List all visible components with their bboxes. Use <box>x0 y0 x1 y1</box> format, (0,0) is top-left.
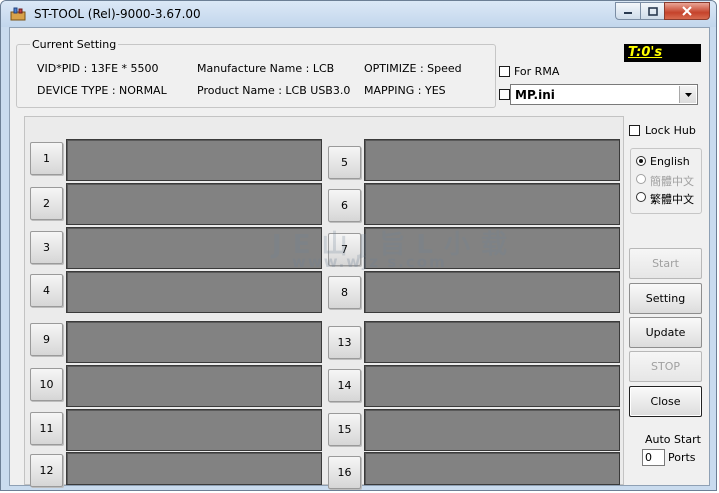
close-button[interactable]: Close <box>629 386 702 417</box>
port-button-4[interactable]: 4 <box>30 274 63 307</box>
start-button[interactable]: Start <box>629 248 702 279</box>
port-button-5[interactable]: 5 <box>328 146 361 179</box>
minimize-button[interactable] <box>615 2 641 20</box>
current-setting-label: Current Setting <box>30 38 119 51</box>
current-setting-group <box>16 44 496 108</box>
port-button-16[interactable]: 16 <box>328 456 361 489</box>
port-button-6[interactable]: 6 <box>328 189 361 222</box>
port-status-bar-2 <box>66 183 322 225</box>
minimize-icon <box>624 12 632 14</box>
close-window-button[interactable] <box>664 2 710 20</box>
watermark-url: www.wjz s.com <box>292 253 447 271</box>
port-button-13[interactable]: 13 <box>328 326 361 359</box>
ini-checkbox[interactable] <box>499 89 510 100</box>
update-button[interactable]: Update <box>629 317 702 348</box>
ini-select-value: MP.ini <box>515 88 555 102</box>
language-label-traditional: 繁體中文 <box>650 193 694 206</box>
auto-start-label: Auto Start <box>645 433 701 446</box>
port-status-bar-12 <box>66 452 322 485</box>
stop-button[interactable]: STOP <box>629 351 702 382</box>
window-title: ST-TOOL (Rel)-9000-3.67.00 <box>34 7 201 21</box>
port-button-1[interactable]: 1 <box>30 142 63 175</box>
maximize-icon <box>647 6 658 16</box>
port-status-bar-15 <box>364 409 620 451</box>
manufacture-name-text: Manufacture Name : LCB <box>197 62 335 75</box>
maximize-button[interactable] <box>640 2 665 20</box>
device-type-text: DEVICE TYPE : NORMAL <box>37 84 167 97</box>
for-rma-checkbox[interactable] <box>499 66 510 77</box>
timer-display: T:0's <box>624 44 701 62</box>
language-radio-simplified[interactable] <box>636 174 646 184</box>
setting-button[interactable]: Setting <box>629 283 702 314</box>
port-button-3[interactable]: 3 <box>30 231 63 264</box>
for-rma-label: For RMA <box>514 65 560 78</box>
port-status-bar-6 <box>364 183 620 225</box>
port-status-bar-16 <box>364 452 620 485</box>
title-bar[interactable]: ST-TOOL (Rel)-9000-3.67.00 <box>1 1 716 27</box>
port-button-2[interactable]: 2 <box>30 187 63 220</box>
app-icon <box>10 7 26 21</box>
chevron-down-icon[interactable] <box>679 86 696 103</box>
language-radio-traditional[interactable] <box>636 192 646 202</box>
port-status-bar-11 <box>66 409 322 451</box>
optimize-text: OPTIMIZE : Speed <box>364 62 462 75</box>
port-status-bar-5 <box>364 139 620 181</box>
port-button-15[interactable]: 15 <box>328 413 361 446</box>
port-button-12[interactable]: 12 <box>30 454 63 487</box>
port-status-bar-10 <box>66 365 322 407</box>
port-button-11[interactable]: 11 <box>30 412 63 445</box>
close-icon <box>682 6 692 16</box>
port-status-bar-4 <box>66 271 322 313</box>
port-status-bar-13 <box>364 321 620 363</box>
port-button-8[interactable]: 8 <box>328 276 361 309</box>
language-radio-english[interactable] <box>636 156 646 166</box>
mapping-text: MAPPING : YES <box>364 84 446 97</box>
vid-pid-text: VID*PID : 13FE * 5500 <box>37 62 159 75</box>
lock-hub-label: Lock Hub <box>645 124 696 137</box>
port-status-bar-1 <box>66 139 322 181</box>
port-button-9[interactable]: 9 <box>30 323 63 356</box>
lock-hub-checkbox[interactable] <box>629 125 640 136</box>
language-label-simplified: 簡體中文 <box>650 175 694 188</box>
auto-start-ports-label: Ports <box>668 451 696 464</box>
port-status-bar-14 <box>364 365 620 407</box>
port-status-bar-8 <box>364 271 620 313</box>
ini-select[interactable]: MP.ini <box>510 84 698 105</box>
auto-start-ports-input[interactable]: 0 <box>642 449 665 466</box>
product-name-text: Product Name : LCB USB3.0 <box>197 84 351 97</box>
port-button-10[interactable]: 10 <box>30 368 63 401</box>
language-label-english: English <box>650 155 690 168</box>
port-button-14[interactable]: 14 <box>328 369 361 402</box>
port-status-bar-9 <box>66 321 322 363</box>
